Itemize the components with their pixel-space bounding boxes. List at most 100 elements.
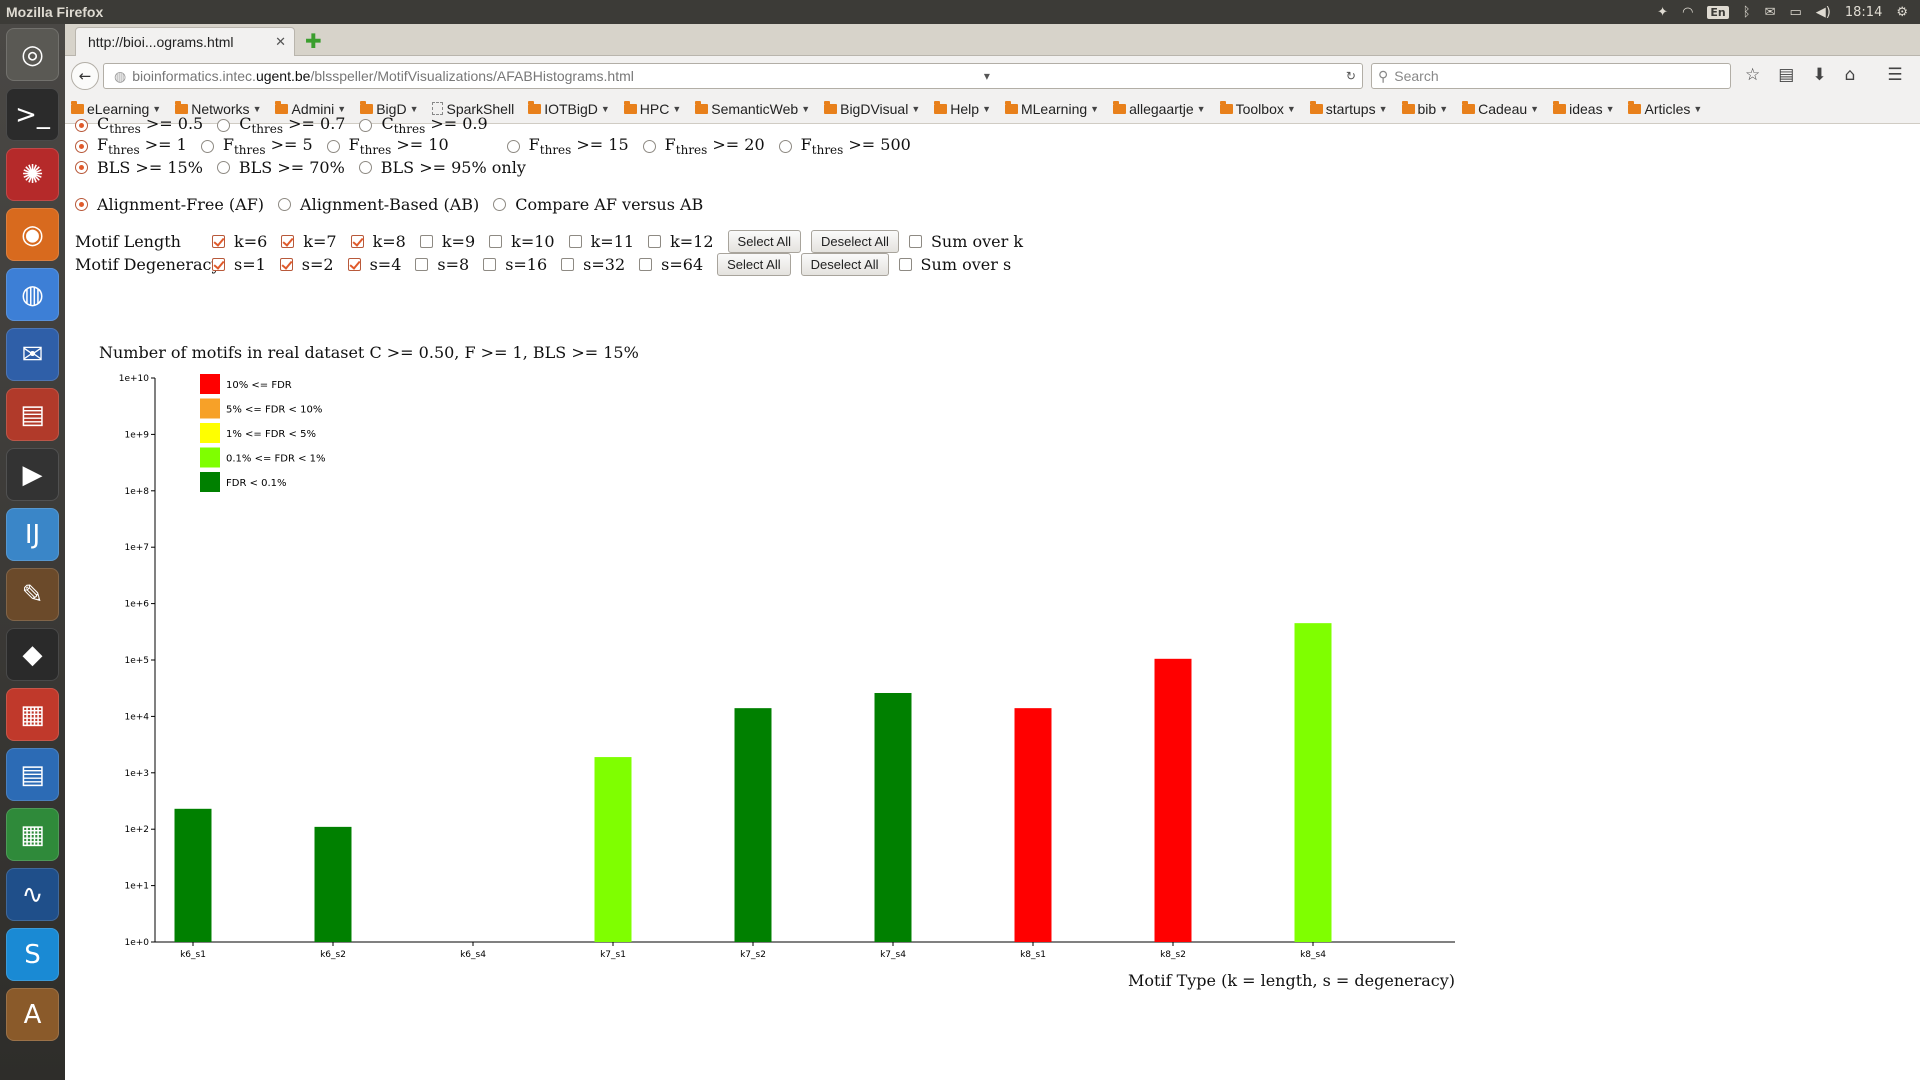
motif-degeneracy-option[interactable]: s=8 (415, 255, 469, 274)
url-bar[interactable]: ◍ bioinformatics.intec. ugent.be/blsspell… (103, 63, 1363, 89)
bluetooth-icon[interactable]: ᛒ (1743, 5, 1751, 20)
bookmark-item[interactable]: Help ▼ (934, 100, 991, 117)
checkbox[interactable] (561, 257, 575, 271)
c-threshold-option[interactable]: Cthres >= 0.9 (359, 114, 488, 136)
checkbox[interactable] (279, 257, 293, 271)
reload-icon[interactable]: ↻ (1346, 69, 1356, 83)
gear-icon[interactable]: ⚙ (1896, 5, 1908, 20)
f-threshold-option[interactable]: Fthres >= 500 (778, 135, 911, 157)
motif-length-option[interactable]: k=12 (648, 232, 714, 251)
bookmark-item[interactable]: bib ▼ (1401, 100, 1448, 117)
file-manager-icon[interactable]: ▤ (6, 388, 59, 441)
chrome-icon[interactable]: ◍ (6, 268, 59, 321)
download-icon[interactable]: ⬇ (1812, 65, 1826, 85)
paint-icon[interactable]: ✎ (6, 568, 59, 621)
radio-button[interactable] (75, 139, 88, 153)
impress-icon[interactable]: ▦ (6, 688, 59, 741)
checkbox[interactable] (648, 234, 662, 248)
motif-length-option[interactable]: k=7 (281, 232, 337, 251)
back-button[interactable]: ← (71, 62, 99, 90)
ide-icon[interactable]: IJ (6, 508, 59, 561)
home-icon[interactable]: ⌂ (1845, 65, 1856, 85)
deselect-all-button[interactable]: Deselect All (800, 252, 889, 276)
checkbox[interactable] (419, 234, 433, 248)
checkbox[interactable] (639, 257, 653, 271)
search-bar[interactable]: ⚲ Search (1371, 63, 1731, 89)
f-threshold-option[interactable]: Fthres >= 20 (642, 135, 765, 157)
battery-icon[interactable]: ▭ (1790, 5, 1802, 20)
dash-home-icon[interactable]: ◎ (6, 28, 59, 81)
calc-icon[interactable]: ▦ (6, 808, 59, 861)
bar-k7_s1[interactable] (594, 757, 632, 942)
motif-degeneracy-option[interactable]: s=4 (347, 255, 401, 274)
motif-degeneracy-option[interactable]: s=1 (212, 255, 266, 274)
radio-button[interactable] (506, 139, 520, 153)
browser-tab[interactable]: http://bioi...ograms.html ✕ (75, 27, 295, 56)
checkbox[interactable] (898, 257, 912, 271)
radio-button[interactable] (200, 139, 214, 153)
radio-button[interactable] (642, 139, 656, 153)
mendeley-icon[interactable]: ✺ (6, 148, 59, 201)
checkbox[interactable] (483, 257, 497, 271)
bookmark-item[interactable]: IOTBigD ▼ (528, 100, 610, 117)
inkscape-icon[interactable]: ◆ (6, 628, 59, 681)
skype-icon[interactable]: S (6, 928, 59, 981)
alignment-mode-option[interactable]: Alignment-Free (AF) (75, 195, 264, 214)
radio-button[interactable] (217, 118, 231, 132)
bar-k8_s1[interactable] (1014, 708, 1052, 942)
bookmark-item[interactable]: SemanticWeb ▼ (695, 100, 810, 117)
clock[interactable]: 18:14 (1845, 5, 1882, 20)
motif-degeneracy-option[interactable]: s=2 (279, 255, 334, 274)
writer-icon[interactable]: ▤ (6, 748, 59, 801)
keyboard-language-indicator[interactable]: En (1707, 5, 1729, 19)
bar-k6_s2[interactable] (314, 826, 352, 942)
motif-degeneracy-option[interactable]: s=64 (639, 255, 703, 274)
alignment-mode-option[interactable]: Alignment-Based (AB) (278, 195, 479, 214)
bar-k7_s2[interactable] (734, 708, 772, 942)
checkbox[interactable] (350, 234, 364, 248)
radio-button[interactable] (359, 118, 373, 132)
video-editor-icon[interactable]: ▶ (6, 448, 59, 501)
bookmark-item[interactable]: Articles ▼ (1628, 100, 1702, 117)
bookmark-item[interactable]: allegaartje ▼ (1113, 100, 1206, 117)
motif-length-option[interactable]: k=10 (489, 232, 555, 251)
bookmark-item[interactable]: ideas ▼ (1553, 100, 1614, 117)
motif-degeneracy-sum-option[interactable]: Sum over s (898, 255, 1011, 274)
motif-length-option[interactable]: k=9 (419, 232, 475, 251)
new-tab-icon[interactable]: ✚ (305, 29, 322, 53)
motif-length-option[interactable]: k=6 (212, 232, 267, 251)
firefox-icon[interactable]: ◉ (6, 208, 59, 261)
radio-button[interactable] (493, 197, 507, 211)
reading-list-icon[interactable]: ▤ (1778, 65, 1794, 85)
c-threshold-option[interactable]: Cthres >= 0.5 (75, 114, 203, 136)
alignment-mode-option[interactable]: Compare AF versus AB (493, 195, 703, 214)
radio-button[interactable] (216, 160, 230, 174)
bookmark-star-icon[interactable]: ☆ (1745, 65, 1760, 85)
bookmark-item[interactable]: startups ▼ (1309, 100, 1388, 117)
f-threshold-option[interactable]: Fthres >= 1 (75, 135, 187, 157)
bar-k7_s4[interactable] (874, 692, 912, 942)
mail-icon[interactable]: ✉ (1765, 5, 1776, 20)
history-dropdown-icon[interactable]: ▾ (984, 69, 990, 83)
bookmark-item[interactable]: BigDVisual ▼ (824, 100, 920, 117)
checkbox[interactable] (281, 234, 295, 248)
radio-button[interactable] (778, 139, 792, 153)
bar-k8_s2[interactable] (1154, 658, 1192, 942)
dropbox-icon[interactable]: ✦ (1657, 5, 1668, 20)
bls-threshold-option[interactable]: BLS >= 70% (216, 158, 345, 177)
motif-length-sum-option[interactable]: Sum over k (908, 232, 1023, 251)
bookmark-item[interactable]: Cadeau ▼ (1462, 100, 1539, 117)
wifi-icon[interactable]: ◠ (1682, 5, 1693, 20)
radio-button[interactable] (278, 197, 292, 211)
bar-k8_s4[interactable] (1294, 623, 1332, 942)
bar-k6_s1[interactable] (174, 808, 212, 942)
radio-button[interactable] (75, 197, 88, 211)
checkbox[interactable] (489, 234, 503, 248)
select-all-button[interactable]: Select All (727, 229, 802, 253)
f-threshold-option[interactable]: Fthres >= 5 (200, 135, 313, 157)
motif-length-option[interactable]: k=11 (568, 232, 634, 251)
f-threshold-option[interactable]: Fthres >= 10 (326, 135, 449, 157)
radio-button[interactable] (75, 160, 88, 174)
bls-threshold-option[interactable]: BLS >= 95% only (358, 158, 526, 177)
motif-length-option[interactable]: k=8 (350, 232, 406, 251)
